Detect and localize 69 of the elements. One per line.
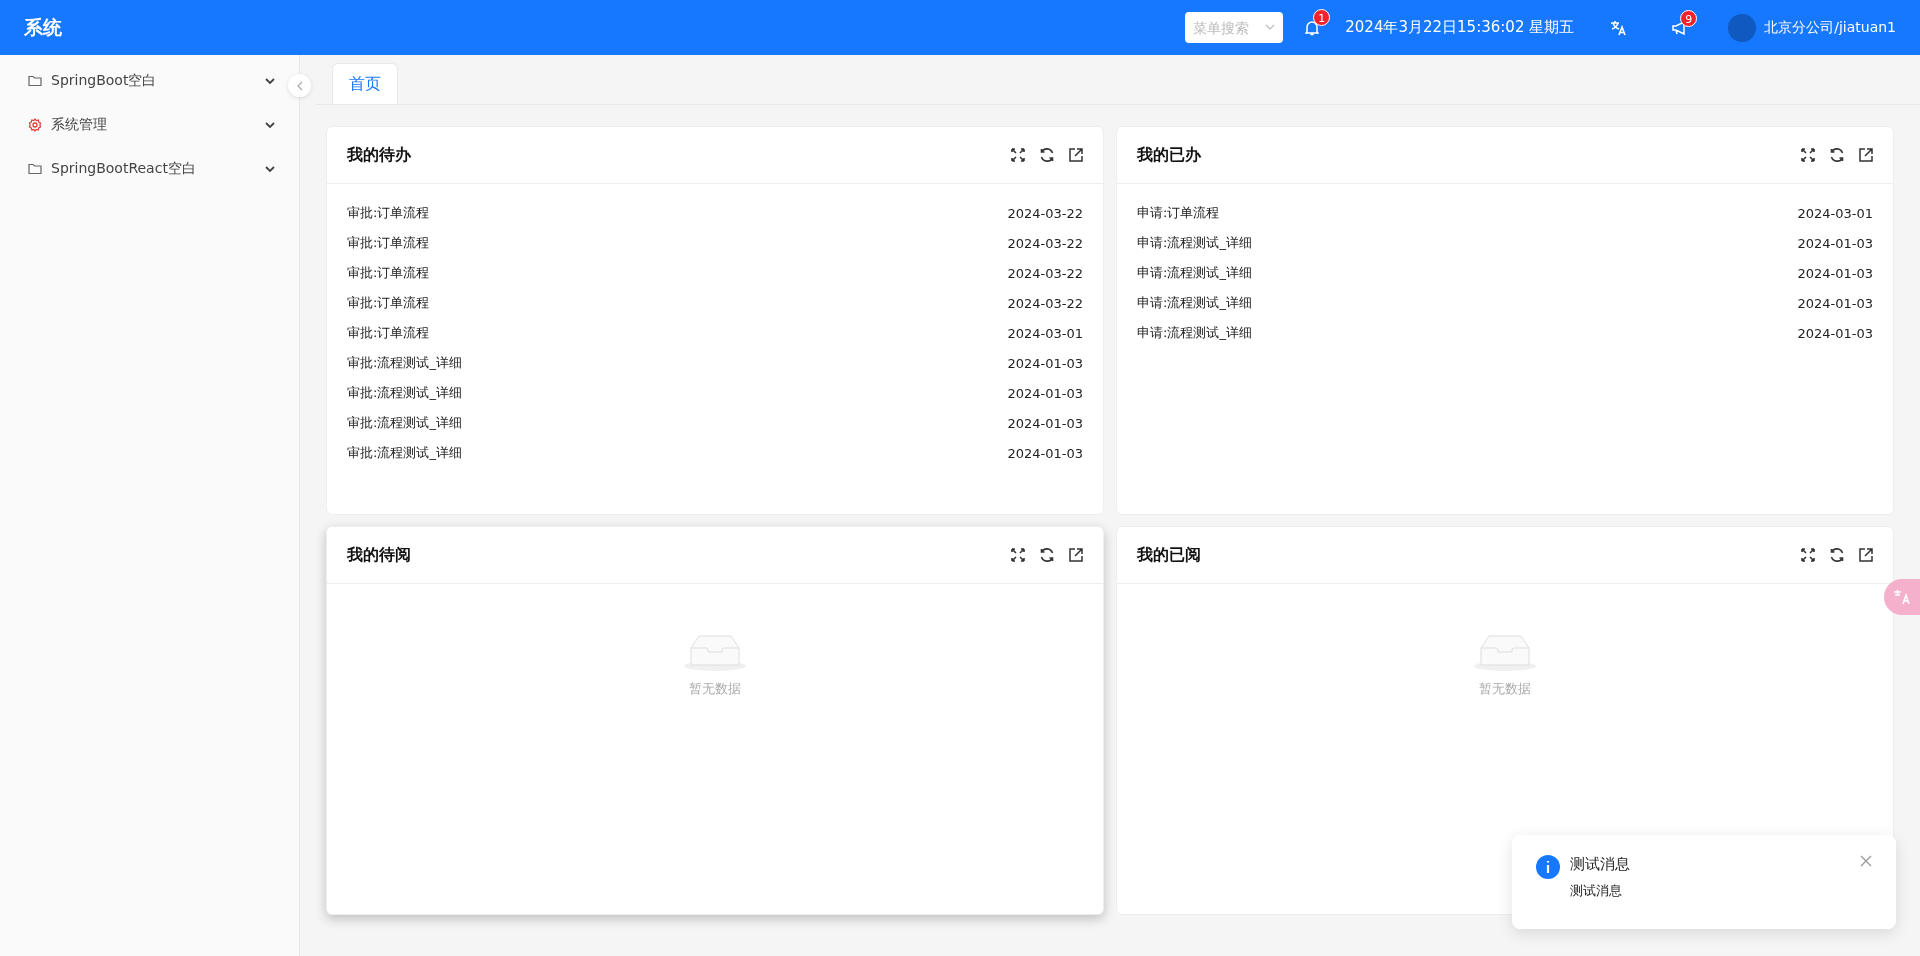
- task-name[interactable]: 审批:流程测试_详细: [347, 414, 462, 432]
- home-tab[interactable]: 首页: [332, 63, 398, 104]
- card-title: 我的已办: [1137, 144, 1202, 166]
- notification-title: 测试消息: [1570, 855, 1631, 874]
- task-date: 2024-01-03: [1797, 295, 1873, 311]
- task-date: 2024-03-22: [1007, 235, 1083, 251]
- task-date: 2024-01-03: [1007, 415, 1083, 431]
- task-name[interactable]: 申请:订单流程: [1137, 204, 1220, 222]
- refresh-icon[interactable]: [1039, 147, 1055, 163]
- sidebar-item[interactable]: 系统管理: [0, 103, 285, 147]
- task-name[interactable]: 申请:流程测试_详细: [1137, 294, 1252, 312]
- card-title: 我的已阅: [1137, 544, 1202, 566]
- card-title: 我的待阅: [347, 544, 412, 566]
- notification-badge: 1: [1313, 8, 1331, 26]
- fullscreen-icon[interactable]: [1801, 548, 1815, 562]
- task-date: 2024-03-01: [1007, 325, 1083, 341]
- open-external-icon[interactable]: [1859, 148, 1873, 162]
- task-name[interactable]: 审批:订单流程: [347, 324, 430, 342]
- task-name[interactable]: 审批:订单流程: [347, 204, 430, 222]
- close-icon[interactable]: [1860, 855, 1872, 867]
- chevron-down-icon[interactable]: [265, 77, 275, 85]
- task-date: 2024-03-22: [1007, 205, 1083, 221]
- translate-icon[interactable]: [1610, 19, 1627, 36]
- user-name[interactable]: 北京分公司/jiatuan1: [1764, 18, 1896, 37]
- task-date: 2024-01-03: [1797, 325, 1873, 341]
- open-external-icon[interactable]: [1859, 548, 1873, 562]
- fullscreen-icon[interactable]: [1801, 148, 1815, 162]
- fullscreen-icon[interactable]: [1011, 148, 1025, 162]
- notification-message: 测试消息: [1570, 882, 1623, 900]
- card-title: 我的待办: [347, 144, 412, 166]
- refresh-icon[interactable]: [1039, 547, 1055, 563]
- task-date: 2024-01-03: [1007, 355, 1083, 371]
- task-name[interactable]: 申请:流程测试_详细: [1137, 264, 1252, 282]
- task-date: 2024-01-03: [1797, 265, 1873, 281]
- chevron-down-icon[interactable]: [265, 165, 275, 173]
- menu-search-field[interactable]: 菜单搜索: [1185, 12, 1284, 43]
- fullscreen-icon[interactable]: [1011, 548, 1025, 562]
- task-name[interactable]: 审批:流程测试_详细: [347, 384, 462, 402]
- task-date: 2024-01-03: [1007, 445, 1083, 461]
- task-name[interactable]: 审批:流程测试_详细: [347, 354, 462, 372]
- bell-icon[interactable]: [1305, 19, 1320, 36]
- empty-text: 暂无数据: [1479, 680, 1531, 698]
- task-date: 2024-03-22: [1007, 265, 1083, 281]
- announcement-badge: 9: [1680, 9, 1698, 27]
- open-external-icon[interactable]: [1069, 148, 1083, 162]
- task-date: 2024-01-03: [1007, 385, 1083, 401]
- chevron-down-icon[interactable]: [265, 121, 275, 129]
- datetime-text: 2024年3月22日15:36:02 星期五: [1345, 18, 1575, 37]
- folder-icon: [28, 75, 42, 87]
- folder-icon: [28, 163, 42, 175]
- task-name[interactable]: 审批:订单流程: [347, 234, 430, 252]
- info-icon: [1536, 855, 1560, 879]
- task-name[interactable]: 审批:流程测试_详细: [347, 444, 462, 462]
- chevron-left-icon: [296, 80, 303, 91]
- task-date: 2024-01-03: [1797, 235, 1873, 251]
- refresh-icon[interactable]: [1829, 147, 1845, 163]
- task-name[interactable]: 审批:订单流程: [347, 264, 430, 282]
- empty-text: 暂无数据: [689, 680, 741, 698]
- task-name[interactable]: 申请:流程测试_详细: [1137, 324, 1252, 342]
- open-external-icon[interactable]: [1069, 548, 1083, 562]
- task-name[interactable]: 申请:流程测试_详细: [1137, 234, 1252, 252]
- task-date: 2024-03-22: [1007, 295, 1083, 311]
- settings-icon: [28, 118, 42, 132]
- refresh-icon[interactable]: [1829, 547, 1845, 563]
- app-title: 系统: [24, 14, 62, 40]
- task-name[interactable]: 审批:订单流程: [347, 294, 430, 312]
- sidebar-item[interactable]: SpringBootReact空白: [0, 147, 285, 191]
- sidebar-item[interactable]: SpringBoot空白: [0, 59, 285, 103]
- task-date: 2024-03-01: [1797, 205, 1873, 221]
